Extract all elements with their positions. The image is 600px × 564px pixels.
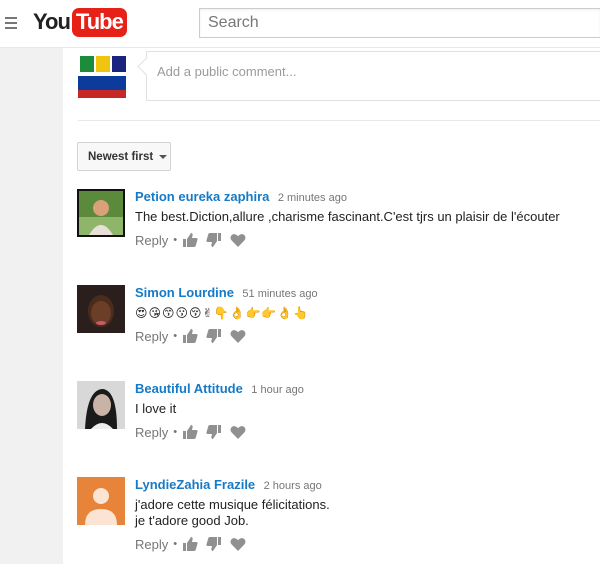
reply-button[interactable]: Reply [135,233,168,248]
divider [78,120,600,121]
logo-tube-text: Tube [71,7,127,37]
default-avatar-icon [77,477,125,525]
separator-dot: • [173,426,178,438]
heart-icon[interactable] [230,424,246,440]
comment-author[interactable]: Petion eureka zaphira [135,189,269,204]
comment-timestamp[interactable]: 1 hour ago [251,384,304,396]
chevron-down-icon [159,154,168,159]
sort-label: Newest first [88,150,154,163]
thumbs-down-icon[interactable] [206,536,222,552]
thumbs-up-icon[interactable] [182,424,198,440]
thumbs-down-icon[interactable] [206,328,222,344]
comment-text: 😍😘😙😗😚✌👇👌👉👉👌👆 [135,306,310,320]
heart-icon[interactable] [230,536,246,552]
thumbs-down-icon[interactable] [206,424,222,440]
sort-dropdown[interactable]: Newest first [77,142,171,171]
add-comment-field[interactable]: Add a public comment... [137,51,600,101]
search-box [199,8,600,38]
thumbs-up-icon[interactable] [182,536,198,552]
youtube-logo[interactable]: You Tube [33,6,127,38]
thumbs-up-icon[interactable] [182,232,198,248]
comment-timestamp[interactable]: 2 hours ago [264,480,322,492]
heart-icon[interactable] [230,328,246,344]
comment-author[interactable]: LyndieZahia Frazile [135,477,255,492]
masthead: You Tube [0,0,600,48]
avatar[interactable] [77,381,125,429]
reply-button[interactable]: Reply [135,537,168,552]
separator-dot: • [173,234,178,246]
logo-you-text: You [33,9,71,34]
comment-author[interactable]: Beautiful Attitude [135,381,243,396]
search-input[interactable] [200,9,600,37]
reply-button[interactable]: Reply [135,329,168,344]
separator-dot: • [173,538,178,550]
avatar[interactable] [77,477,125,525]
thumbs-up-icon[interactable] [182,328,198,344]
comment-timestamp[interactable]: 2 minutes ago [278,192,347,204]
left-gutter [0,48,63,564]
comment-text-line: j'adore cette musique félicitations. [135,497,330,512]
comment-text-line: je t'adore good Job. [135,513,249,528]
thumbs-down-icon[interactable] [206,232,222,248]
comment-timestamp[interactable]: 51 minutes ago [242,288,317,300]
channel-logo-icon [78,52,126,100]
user-avatar [78,52,126,100]
comment-text: I love it [135,401,177,416]
avatar[interactable] [77,189,125,237]
comment-box-notch [137,57,156,76]
reply-button[interactable]: Reply [135,425,168,440]
heart-icon[interactable] [230,232,246,248]
avatar[interactable] [77,285,125,333]
comment-text: j'adore cette musique félicitations. je … [135,497,595,529]
comment-text: The best.Diction,allure ,charisme fascin… [135,209,560,224]
add-comment-placeholder: Add a public comment... [157,64,297,79]
menu-icon[interactable] [5,17,17,29]
comment-author[interactable]: Simon Lourdine [135,285,234,300]
comments-section: Add a public comment... Newest first Pet… [63,48,600,564]
separator-dot: • [173,330,178,342]
